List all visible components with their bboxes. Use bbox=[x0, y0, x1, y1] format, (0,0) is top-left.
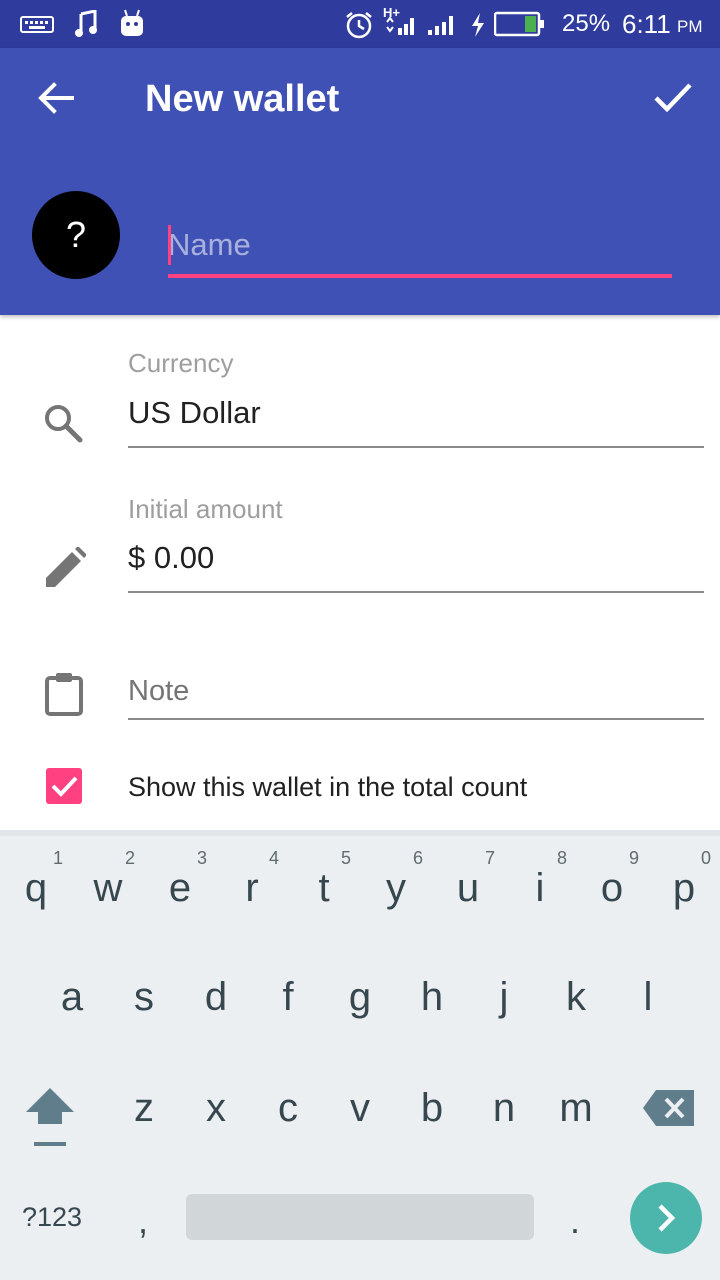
clock-ampm: PM bbox=[677, 17, 703, 36]
spacebar[interactable] bbox=[186, 1194, 534, 1240]
key-q[interactable]: q bbox=[0, 866, 72, 911]
key-f[interactable]: f bbox=[252, 975, 324, 1020]
amount-underline bbox=[128, 591, 704, 593]
initial-amount-field[interactable]: $ 0.00 bbox=[128, 540, 214, 576]
key-v[interactable]: v bbox=[324, 1086, 396, 1131]
key-d[interactable]: d bbox=[180, 975, 252, 1020]
wallet-name-input[interactable] bbox=[168, 216, 672, 278]
checkmark-icon bbox=[51, 776, 78, 797]
key-a[interactable]: a bbox=[36, 975, 108, 1020]
check-confirm-icon[interactable] bbox=[652, 80, 694, 116]
clock-time: 6:11 bbox=[622, 9, 671, 39]
key-g[interactable]: g bbox=[324, 975, 396, 1020]
key-s[interactable]: s bbox=[108, 975, 180, 1020]
key-h[interactable]: h bbox=[396, 975, 468, 1020]
comma-key[interactable]: , bbox=[138, 1200, 148, 1242]
key-i[interactable]: i bbox=[504, 866, 576, 911]
key-t[interactable]: t bbox=[288, 866, 360, 911]
key-r[interactable]: r bbox=[216, 866, 288, 911]
text-cursor bbox=[168, 225, 171, 265]
key-z[interactable]: z bbox=[108, 1086, 180, 1131]
initial-amount-label: Initial amount bbox=[128, 494, 283, 524]
key-c[interactable]: c bbox=[252, 1086, 324, 1131]
show-total-label: Show this wallet in the total count bbox=[128, 772, 528, 802]
next-action-button[interactable] bbox=[630, 1182, 702, 1254]
key-y[interactable]: y bbox=[360, 866, 432, 911]
key-e[interactable]: e bbox=[144, 866, 216, 911]
key-x[interactable]: x bbox=[180, 1086, 252, 1131]
page-title: New wallet bbox=[145, 78, 340, 120]
signal-icon-2 bbox=[428, 16, 453, 35]
symbols-key[interactable]: ?123 bbox=[22, 1202, 82, 1233]
key-n[interactable]: n bbox=[468, 1086, 540, 1131]
period-key[interactable]: . bbox=[570, 1200, 580, 1242]
key-m[interactable]: m bbox=[540, 1086, 612, 1131]
back-arrow-icon[interactable] bbox=[36, 78, 76, 118]
key-u[interactable]: u bbox=[432, 866, 504, 911]
backspace-icon[interactable] bbox=[642, 1088, 696, 1128]
battery-icon bbox=[494, 11, 544, 37]
key-b[interactable]: b bbox=[396, 1086, 468, 1131]
keyboard-top-border bbox=[0, 830, 720, 836]
pencil-icon bbox=[46, 547, 86, 587]
keyboard-icon bbox=[20, 16, 54, 33]
battery-percent: 25% bbox=[562, 10, 611, 37]
android-icon bbox=[121, 9, 143, 36]
clipboard-icon bbox=[45, 673, 83, 716]
currency-label: Currency bbox=[128, 348, 234, 378]
signal-icon-1 bbox=[386, 16, 414, 35]
key-p[interactable]: p bbox=[648, 866, 720, 911]
chevron-right-icon bbox=[658, 1204, 676, 1232]
note-input[interactable] bbox=[128, 664, 704, 720]
status-bar: H+ 25% 6:11 PM bbox=[0, 0, 720, 48]
currency-underline bbox=[128, 446, 704, 448]
charging-icon bbox=[472, 13, 484, 37]
search-icon bbox=[45, 405, 83, 443]
alarm-icon bbox=[346, 12, 372, 39]
currency-field[interactable]: US Dollar bbox=[128, 395, 261, 431]
key-l[interactable]: l bbox=[612, 975, 684, 1020]
shift-icon[interactable] bbox=[24, 1086, 76, 1150]
key-w[interactable]: w bbox=[72, 866, 144, 911]
show-total-checkbox[interactable] bbox=[46, 768, 82, 804]
key-k[interactable]: k bbox=[540, 975, 612, 1020]
key-j[interactable]: j bbox=[468, 975, 540, 1020]
wallet-icon-picker[interactable]: ? bbox=[32, 191, 120, 279]
app-bar: New wallet ? bbox=[0, 48, 720, 315]
music-note-icon bbox=[75, 10, 97, 37]
key-o[interactable]: o bbox=[576, 866, 648, 911]
